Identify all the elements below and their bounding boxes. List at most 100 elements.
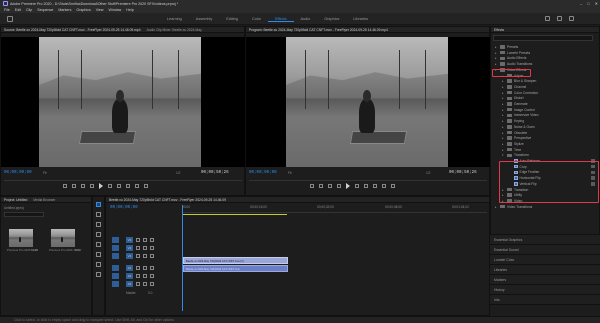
step-forward-icon[interactable]	[108, 184, 112, 188]
source-patch-toggle[interactable]	[112, 265, 119, 271]
lock-icon[interactable]	[136, 238, 140, 242]
folder-item[interactable]: ▸ Image Control	[502, 108, 595, 112]
lock-icon[interactable]	[136, 246, 140, 250]
sync-lock-icon[interactable]	[143, 282, 147, 286]
type-tool-icon[interactable]	[96, 272, 101, 277]
eye-icon[interactable]	[150, 282, 154, 286]
play-icon[interactable]	[99, 183, 103, 189]
source-patch-toggle[interactable]	[112, 273, 119, 279]
folder-item[interactable]: ▸ Generate	[502, 102, 595, 106]
video-clip[interactable]: Beetle.xu 2024-May 720p5fold CAT CNFT.mo…	[183, 257, 288, 264]
source-patch-toggle[interactable]	[112, 281, 119, 287]
folder-item[interactable]: ▸ Blur & Sharpen	[502, 79, 595, 83]
track-select-tool-icon[interactable]	[96, 212, 101, 217]
search-icon[interactable]	[545, 16, 550, 21]
track-target-toggle[interactable]: V1	[126, 253, 133, 259]
program-page-indicator[interactable]: 1/2	[426, 171, 430, 175]
program-timecode[interactable]: 00;00;00;00	[249, 171, 277, 175]
minimize-button[interactable]: –	[580, 0, 582, 7]
eye-icon[interactable]	[150, 238, 154, 242]
mark-in-icon[interactable]	[310, 184, 314, 188]
mark-out-icon[interactable]	[72, 184, 76, 188]
project-search-input[interactable]	[4, 212, 44, 217]
overwrite-icon[interactable]	[135, 184, 139, 188]
selection-tool-icon[interactable]	[96, 202, 101, 207]
step-back-icon[interactable]	[90, 184, 94, 188]
razor-tool-icon[interactable]	[96, 232, 101, 237]
source-timecode[interactable]: 00;00;00;00	[4, 171, 32, 175]
source-monitor-tab[interactable]: Source: Beetle.xu 2024-May 720p5fold CAT…	[4, 28, 141, 32]
workspace-tab-assembly[interactable]: Assembly	[189, 17, 219, 21]
lumetri-color-tab[interactable]: Lumetri Color	[490, 255, 600, 265]
folder-item[interactable]: ▸ Color Correction	[502, 91, 595, 95]
folder-item[interactable]: ▸ Time	[502, 148, 595, 152]
menu-graphics[interactable]: Graphics	[76, 8, 90, 12]
maximize-frame-icon[interactable]	[569, 16, 574, 21]
timeline-timecode[interactable]: 00;00;00;00	[110, 206, 138, 210]
audio-clip[interactable]: Beetle.xu 2024-May 720p5fold CAT CNFT.mo…	[183, 265, 288, 272]
quick-export-icon[interactable]	[557, 16, 562, 21]
step-back-icon[interactable]	[337, 184, 341, 188]
sequence-tab[interactable]: Beetle.xu 2024-May 720p5fold CAT CNFT.mo…	[109, 198, 226, 202]
mark-in-icon[interactable]	[63, 184, 67, 188]
markers-tab[interactable]: Markers	[490, 275, 600, 285]
menu-markers[interactable]: Markers	[58, 8, 71, 12]
program-time-ruler[interactable]	[249, 177, 487, 181]
info-tab[interactable]: Info	[490, 295, 600, 305]
master-level[interactable]: 0.0	[148, 291, 152, 295]
folder-item[interactable]: ▸ Lumetri Presets	[495, 51, 595, 55]
sync-lock-icon[interactable]	[143, 254, 147, 258]
effects-search-input[interactable]	[493, 35, 593, 41]
sync-lock-icon[interactable]	[143, 274, 147, 278]
track-target-toggle[interactable]: A1	[126, 265, 133, 271]
source-fit-select[interactable]: Fit	[43, 171, 47, 175]
source-patch-toggle[interactable]	[112, 245, 119, 251]
folder-item[interactable]: ▸ Perspective	[502, 136, 595, 140]
project-clip-thumbnail[interactable]	[9, 229, 33, 247]
folder-item[interactable]: ▸ Channel	[502, 85, 595, 89]
workspace-tab-libraries[interactable]: Libraries	[346, 17, 375, 21]
workspace-tab-color[interactable]: Color	[245, 17, 268, 21]
menu-clip[interactable]: Clip	[26, 8, 32, 12]
track-target-toggle[interactable]: V2	[126, 245, 133, 251]
folder-item[interactable]: ▾ Transform	[502, 153, 595, 157]
source-time-ruler[interactable]	[4, 177, 242, 181]
export-frame-icon[interactable]	[144, 184, 148, 188]
track-target-toggle[interactable]: A3	[126, 281, 133, 287]
track-target-toggle[interactable]: A2	[126, 273, 133, 279]
folder-item[interactable]: ▸ Audio Transitions	[495, 62, 595, 66]
go-to-in-icon[interactable]	[81, 184, 85, 188]
project-clip-thumbnail[interactable]	[51, 229, 75, 247]
slip-tool-icon[interactable]	[96, 242, 101, 247]
lock-icon[interactable]	[136, 274, 140, 278]
export-frame-icon[interactable]	[391, 184, 395, 188]
menu-view[interactable]: View	[96, 8, 104, 12]
eye-icon[interactable]	[150, 246, 154, 250]
lock-icon[interactable]	[136, 266, 140, 270]
source-video-frame[interactable]	[1, 37, 246, 167]
source-page-indicator[interactable]: 1/2	[176, 171, 180, 175]
menu-window[interactable]: Window	[109, 8, 122, 12]
folder-item[interactable]: ▸ Noise & Grain	[502, 125, 595, 129]
play-icon[interactable]	[346, 183, 350, 189]
media-browser-tab[interactable]: Media Browser	[33, 198, 55, 202]
program-fit-select[interactable]: Fit	[288, 171, 292, 175]
extract-icon[interactable]	[382, 184, 386, 188]
folder-item[interactable]: ▸ Stylize	[502, 142, 595, 146]
workspace-tab-audio[interactable]: Audio	[294, 17, 318, 21]
audio-clip-mixer-tab[interactable]: Audio Clip Mixer: Beetle.xu 2024-May	[147, 28, 202, 32]
source-patch-toggle[interactable]	[112, 253, 119, 259]
eye-icon[interactable]	[150, 266, 154, 270]
go-to-out-icon[interactable]	[364, 184, 368, 188]
lift-icon[interactable]	[373, 184, 377, 188]
go-to-in-icon[interactable]	[328, 184, 332, 188]
folder-item[interactable]: ▸ Video Transitions	[495, 205, 595, 209]
lock-icon[interactable]	[136, 282, 140, 286]
folder-item[interactable]: ▸ Distort	[502, 96, 595, 100]
close-button[interactable]: ✕	[595, 0, 598, 7]
menu-help[interactable]: Help	[126, 8, 133, 12]
essential-sound-tab[interactable]: Essential Sound	[490, 245, 600, 255]
workspace-tab-learning[interactable]: Learning	[160, 17, 189, 21]
project-tab[interactable]: Project: Untitled	[4, 198, 27, 202]
workspace-tab-graphics[interactable]: Graphics	[317, 17, 346, 21]
